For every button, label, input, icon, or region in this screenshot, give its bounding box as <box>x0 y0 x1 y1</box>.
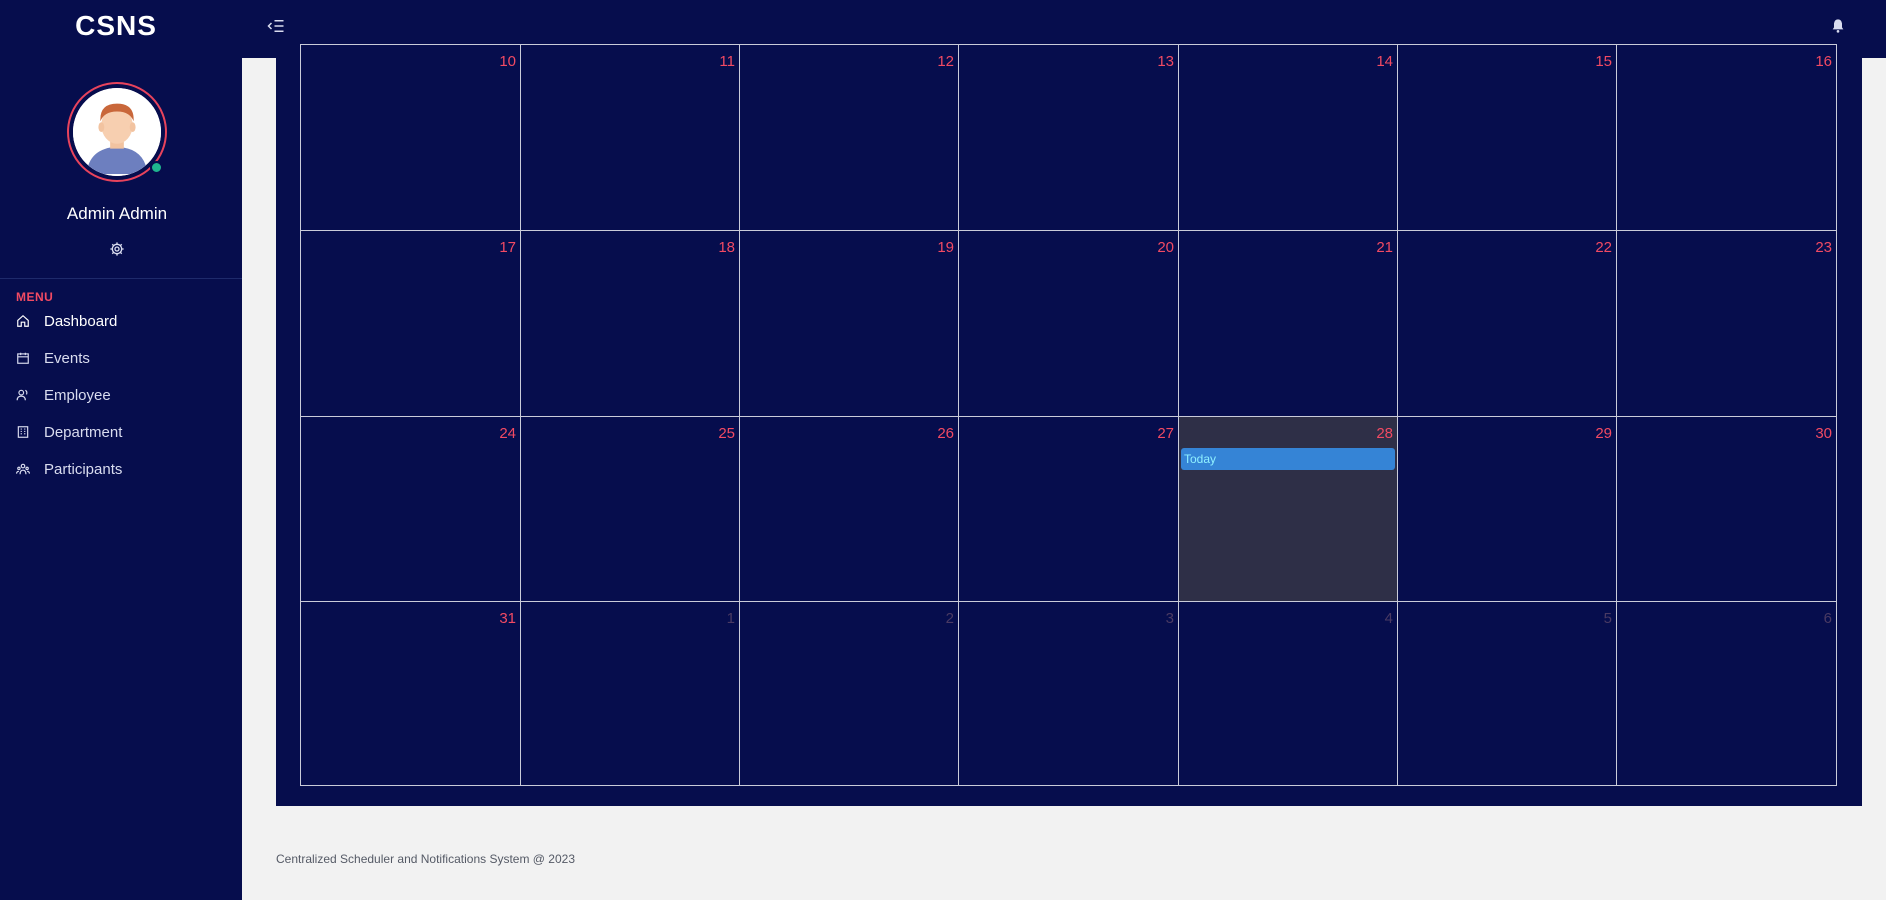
sidebar: CSNS Admin Admin MENU Dashboard Events E… <box>0 0 242 900</box>
day-number[interactable]: 2 <box>946 610 954 627</box>
calendar-day-cell[interactable]: 14 <box>1178 44 1397 230</box>
calendar-day-cell[interactable]: 20 <box>958 230 1178 416</box>
calendar-day-cell[interactable]: 16 <box>1616 44 1837 230</box>
day-number[interactable]: 4 <box>1385 610 1393 627</box>
gear-icon[interactable] <box>109 241 125 257</box>
calendar-day-cell[interactable]: 26 <box>739 416 958 601</box>
calendar-day-cell[interactable]: 4 <box>1178 601 1397 786</box>
day-number[interactable]: 1 <box>727 610 735 627</box>
menu-title: MENU <box>16 290 54 304</box>
calendar-day-cell[interactable]: 30 <box>1616 416 1837 601</box>
avatar[interactable] <box>67 82 167 182</box>
users-icon <box>16 389 28 401</box>
day-number[interactable]: 3 <box>1166 610 1174 627</box>
calendar-day-cell[interactable]: 31 <box>300 601 520 786</box>
day-number[interactable]: 27 <box>1157 425 1174 442</box>
day-number[interactable]: 18 <box>718 239 735 256</box>
online-status-indicator <box>150 161 163 174</box>
calendar-day-cell[interactable]: 27 <box>958 416 1178 601</box>
sidebar-toggle-icon[interactable] <box>267 17 285 35</box>
sidebar-item-department[interactable]: Department <box>16 420 122 444</box>
day-number[interactable]: 17 <box>499 239 516 256</box>
day-number[interactable]: 12 <box>937 53 954 70</box>
day-number[interactable]: 23 <box>1815 239 1832 256</box>
sidebar-item-label: Employee <box>44 386 111 404</box>
sidebar-item-label: Department <box>44 423 123 441</box>
day-number[interactable]: 11 <box>719 53 735 70</box>
calendar-day-cell[interactable]: 24 <box>300 416 520 601</box>
sidebar-item-events[interactable]: Events <box>16 346 90 370</box>
day-number[interactable]: 6 <box>1824 610 1832 627</box>
day-number[interactable]: 5 <box>1604 610 1612 627</box>
calendar-day-cell[interactable]: 15 <box>1397 44 1616 230</box>
calendar-day-cell[interactable]: 10 <box>300 44 520 230</box>
bell-icon[interactable] <box>1830 18 1846 34</box>
sidebar-divider <box>0 278 242 279</box>
calendar-day-cell[interactable]: 18 <box>520 230 739 416</box>
calendar-day-cell[interactable]: 23 <box>1616 230 1837 416</box>
avatar-image <box>73 88 161 176</box>
day-number[interactable]: 31 <box>499 610 516 627</box>
calendar-day-cell[interactable]: 21 <box>1178 230 1397 416</box>
calendar-panel: 10 11 12 13 14 15 16 17 18 19 20 21 22 23 24 25 26 27 28 To… <box>276 44 1862 806</box>
building-icon <box>17 426 29 438</box>
calendar-month-grid: 10 11 12 13 14 15 16 17 18 19 20 21 22 23 24 25 26 27 28 To… <box>300 44 1838 786</box>
day-number[interactable]: 19 <box>937 239 954 256</box>
group-icon <box>16 463 30 475</box>
day-number[interactable]: 28 <box>1376 425 1393 442</box>
sidebar-item-label: Dashboard <box>44 312 118 330</box>
day-number[interactable]: 16 <box>1815 53 1832 70</box>
day-number[interactable]: 24 <box>499 425 516 442</box>
day-number[interactable]: 10 <box>499 53 516 70</box>
day-number[interactable]: 14 <box>1376 53 1393 70</box>
calendar-day-cell[interactable]: 12 <box>739 44 958 230</box>
calendar-day-cell[interactable]: 22 <box>1397 230 1616 416</box>
sidebar-item-label: Events <box>44 349 90 367</box>
day-number[interactable]: 25 <box>718 425 735 442</box>
sidebar-item-participants[interactable]: Participants <box>16 457 122 481</box>
calendar-icon <box>17 352 29 364</box>
home-icon <box>17 314 29 327</box>
calendar-day-cell[interactable]: 1 <box>520 601 739 786</box>
calendar-day-cell[interactable]: 3 <box>958 601 1178 786</box>
user-name: Admin Admin <box>66 204 168 223</box>
calendar-day-cell[interactable]: 25 <box>520 416 739 601</box>
sidebar-item-employee[interactable]: Employee <box>16 383 111 407</box>
day-number[interactable]: 20 <box>1157 239 1174 256</box>
day-number[interactable]: 15 <box>1595 53 1612 70</box>
day-number[interactable]: 21 <box>1376 239 1393 256</box>
footer-text: Centralized Scheduler and Notifications … <box>276 852 576 866</box>
day-number[interactable]: 13 <box>1157 53 1174 70</box>
sidebar-item-label: Participants <box>44 460 123 478</box>
calendar-day-cell[interactable]: 28 Today <box>1178 416 1397 601</box>
calendar-day-cell[interactable]: 19 <box>739 230 958 416</box>
calendar-day-cell[interactable]: 6 <box>1616 601 1837 786</box>
calendar-day-cell[interactable]: 13 <box>958 44 1178 230</box>
sidebar-item-dashboard[interactable]: Dashboard <box>16 309 117 333</box>
day-number[interactable]: 26 <box>937 425 954 442</box>
day-number[interactable]: 29 <box>1595 425 1612 442</box>
calendar-event[interactable]: Today <box>1181 448 1395 470</box>
calendar-day-cell[interactable]: 11 <box>520 44 739 230</box>
day-number[interactable]: 22 <box>1595 239 1612 256</box>
day-number[interactable]: 30 <box>1815 425 1832 442</box>
calendar-day-cell[interactable]: 17 <box>300 230 520 416</box>
calendar-day-cell[interactable]: 29 <box>1397 416 1616 601</box>
brand-logo[interactable]: CSNS <box>0 10 232 42</box>
calendar-day-cell[interactable]: 2 <box>739 601 958 786</box>
calendar-day-cell[interactable]: 5 <box>1397 601 1616 786</box>
